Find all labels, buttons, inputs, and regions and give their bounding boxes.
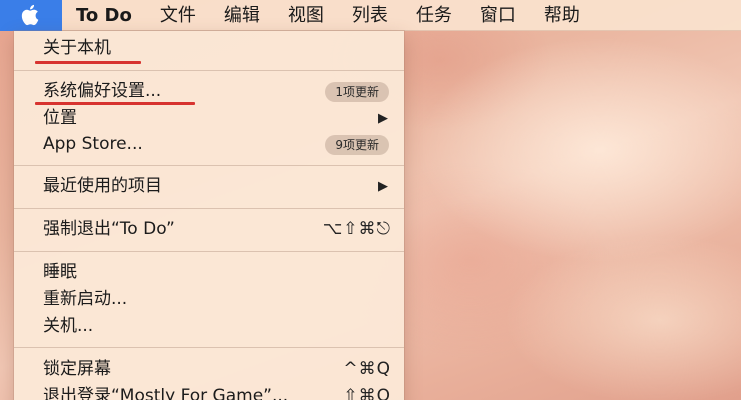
menu-item-app-store-label: App Store... xyxy=(43,134,143,154)
update-badge-system-preferences: 1项更新 xyxy=(325,82,389,102)
menu-item-recent-items[interactable]: 最近使用的项目 ▶ xyxy=(14,173,404,200)
menu-bar: To Do 文件 编辑 视图 列表 任务 窗口 帮助 xyxy=(0,0,741,31)
menu-window[interactable]: 窗口 xyxy=(466,0,530,31)
menu-help[interactable]: 帮助 xyxy=(530,0,594,31)
menu-item-system-preferences[interactable]: 系统偏好设置... 1项更新 xyxy=(14,78,404,105)
menu-separator xyxy=(14,347,404,348)
menu-item-restart[interactable]: 重新启动... xyxy=(14,286,404,313)
menu-item-location[interactable]: 位置 ▶ xyxy=(14,105,404,132)
menu-file[interactable]: 文件 xyxy=(146,0,210,31)
submenu-arrow-icon: ▶ xyxy=(378,111,388,126)
annotation-underline-about xyxy=(35,61,141,64)
menu-item-about[interactable]: 关于本机 xyxy=(14,35,404,62)
menu-item-system-preferences-label: 系统偏好设置... xyxy=(43,81,162,101)
menu-item-recent-items-label: 最近使用的项目 xyxy=(43,176,162,196)
menu-separator xyxy=(14,251,404,252)
apple-dropdown-menu: 关于本机 系统偏好设置... 1项更新 位置 ▶ App Store... 9项… xyxy=(14,31,404,400)
menu-item-shutdown[interactable]: 关机... xyxy=(14,313,404,340)
force-quit-shortcut: ⌥⇧⌘⎋ xyxy=(322,219,391,239)
menu-item-logout[interactable]: 退出登录“Mostly For Game”... ⇧⌘Q xyxy=(14,383,404,400)
menu-item-force-quit-label: 强制退出“To Do” xyxy=(43,219,175,239)
logout-shortcut: ⇧⌘Q xyxy=(343,386,391,400)
menu-item-sleep[interactable]: 睡眠 xyxy=(14,259,404,286)
menu-list[interactable]: 列表 xyxy=(338,0,402,31)
menu-item-lock-screen-label: 锁定屏幕 xyxy=(43,359,111,379)
submenu-arrow-icon: ▶ xyxy=(378,179,388,194)
menu-item-app-store[interactable]: App Store... 9项更新 xyxy=(14,131,404,158)
menu-item-force-quit[interactable]: 强制退出“To Do” ⌥⇧⌘⎋ xyxy=(14,216,404,243)
menu-view[interactable]: 视图 xyxy=(274,0,338,31)
apple-menu-button[interactable] xyxy=(0,0,62,31)
menu-item-restart-label: 重新启动... xyxy=(43,289,128,309)
menu-item-about-label: 关于本机 xyxy=(43,38,111,58)
menu-item-sleep-label: 睡眠 xyxy=(43,262,77,282)
menu-separator xyxy=(14,165,404,166)
lock-screen-shortcut: ^⌘Q xyxy=(343,359,391,379)
menu-item-shutdown-label: 关机... xyxy=(43,316,94,336)
menu-separator xyxy=(14,208,404,209)
update-badge-app-store: 9项更新 xyxy=(325,135,389,155)
menu-separator xyxy=(14,70,404,71)
menu-app-name[interactable]: To Do xyxy=(62,0,146,31)
menu-item-logout-label: 退出登录“Mostly For Game”... xyxy=(43,386,289,400)
menu-task[interactable]: 任务 xyxy=(402,0,466,31)
menu-item-lock-screen[interactable]: 锁定屏幕 ^⌘Q xyxy=(14,356,404,383)
menu-item-location-label: 位置 xyxy=(43,108,77,128)
menu-edit[interactable]: 编辑 xyxy=(210,0,274,31)
apple-logo-icon xyxy=(21,4,39,26)
